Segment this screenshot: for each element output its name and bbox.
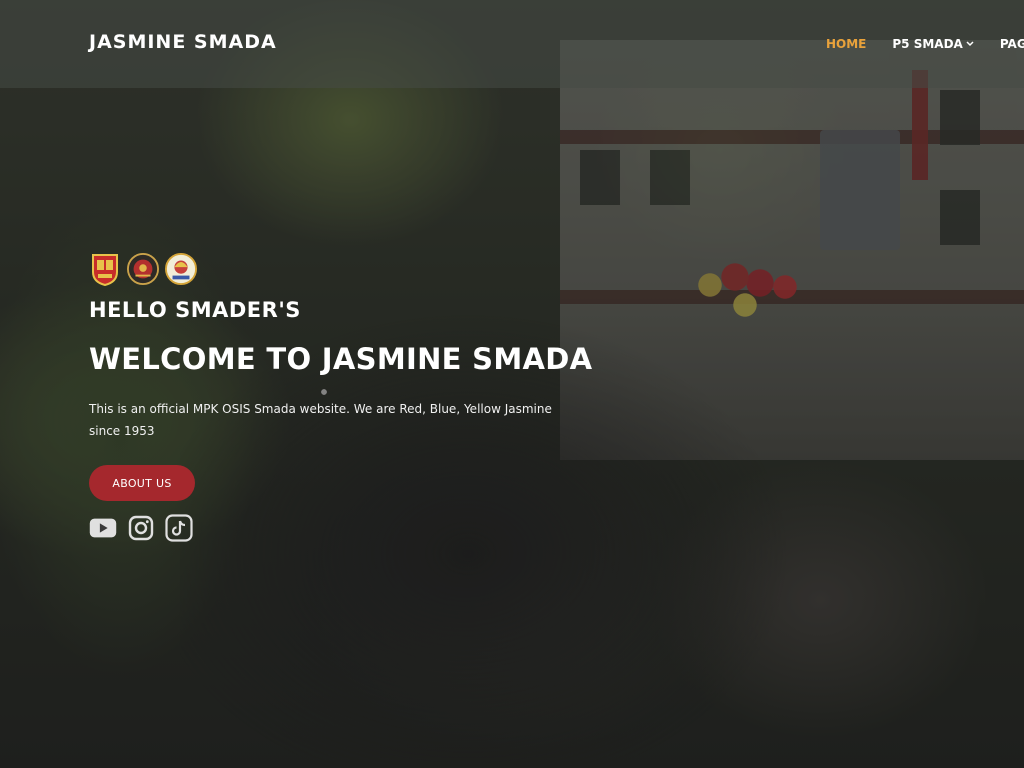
about-us-button[interactable]: ABOUT US [89,465,195,501]
hero-title: WELCOME TO JASMINE SMADA [89,342,593,376]
school-crest-icon [89,251,121,287]
instagram-icon[interactable] [127,514,155,542]
hero-description: This is an official MPK OSIS Smada websi… [89,402,552,438]
nav-p5-smada-label: P5 SMADA [892,37,963,51]
hero-background-photo [0,0,1024,768]
chevron-down-icon [966,41,974,47]
nav-home[interactable]: HOME [826,37,866,51]
social-links [89,514,193,542]
badge-row [89,251,197,287]
site-logo[interactable]: JASMINE SMADA [89,31,277,53]
mpk-emblem-icon [165,251,197,287]
main-nav: HOME P5 SMADA PAGES [826,37,1024,51]
nav-pages-label: PAGES [999,37,1024,51]
hero-greeting: HELLO SMADER'S [89,298,301,322]
dark-overlay [0,0,1024,768]
nav-p5-smada[interactable]: P5 SMADA [892,37,974,51]
nav-pages[interactable]: PAGES [1000,37,1024,51]
nav-home-label: HOME [826,37,867,51]
osis-emblem-icon [127,251,159,287]
tiktok-icon[interactable] [165,514,193,542]
youtube-icon[interactable] [89,514,117,542]
site-header: JASMINE SMADA HOME P5 SMADA PAGES [0,0,1024,88]
